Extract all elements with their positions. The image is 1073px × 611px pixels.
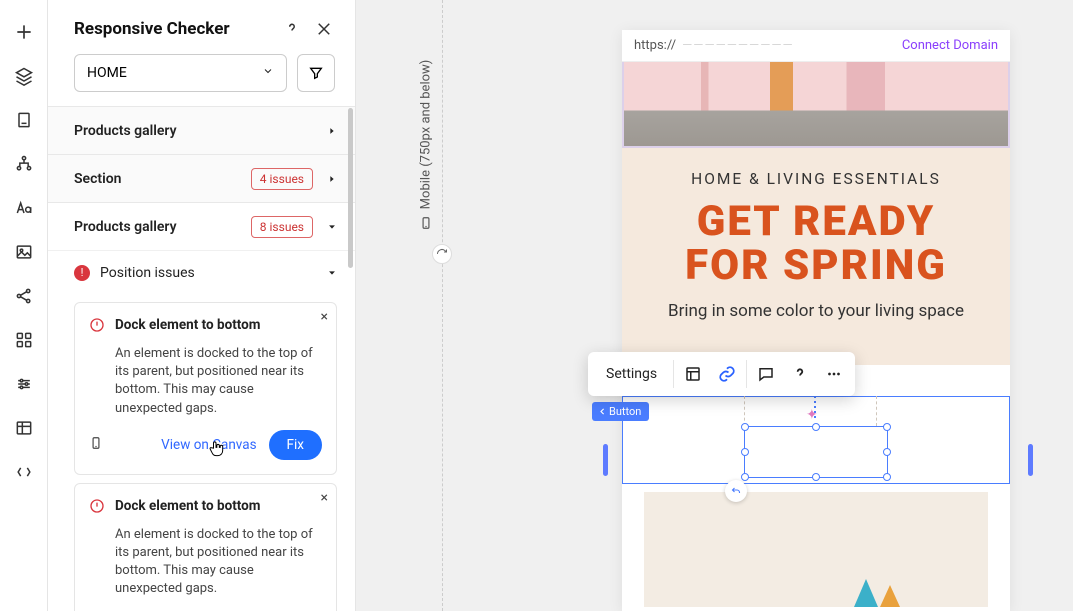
tree-illustration-icon [854,579,878,607]
issue-body: An element is docked to the top of its p… [115,345,322,418]
secondary-section [622,484,1010,611]
layout-icon[interactable] [676,357,710,391]
hero-image [622,62,1010,148]
hero-headline-line1: GET READY [638,200,994,244]
url-protocol: https:// [634,38,676,53]
dismiss-issue-icon[interactable]: × [321,309,328,325]
issue-body: An element is docked to the top of its p… [115,526,322,599]
settings-button[interactable]: Settings [592,366,671,382]
resize-handle[interactable] [883,448,891,456]
selection-type-label[interactable]: Button [592,402,649,421]
panel-title: Responsive Checker [74,19,271,39]
close-icon[interactable] [313,18,335,40]
section-section[interactable]: Section 4 issues [48,154,355,202]
issue-title: Dock element to bottom [115,317,260,333]
error-icon: ! [74,265,90,281]
section-products-gallery-2[interactable]: Products gallery 8 issues [48,202,355,250]
help-icon[interactable] [281,18,303,40]
mobile-icon [89,435,103,454]
page-select[interactable]: HOME [74,54,287,92]
issue-count-badge: 4 issues [251,168,313,190]
filter-button[interactable] [297,54,335,92]
add-element-icon[interactable]: ✦ [806,407,818,423]
page-icon[interactable] [10,106,38,134]
comment-icon[interactable] [749,357,783,391]
help-icon[interactable] [783,357,817,391]
resize-handle[interactable] [741,423,749,431]
rotate-breakpoint-button[interactable] [432,244,452,264]
breakpoint-divider [442,0,443,611]
canvas-resize-handle-right[interactable] [1028,444,1033,476]
connect-domain-link[interactable]: Connect Domain [902,38,998,53]
add-icon[interactable] [10,18,38,46]
resize-handle[interactable] [883,473,891,481]
mobile-icon [419,216,433,230]
canvas-resize-handle-left[interactable] [603,444,608,476]
left-tool-rail [0,0,48,611]
element-toolbar: Settings [588,352,855,396]
scrollbar-thumb[interactable] [348,108,353,268]
hero-headline-line2: FOR SPRING [638,244,994,288]
more-icon[interactable] [817,357,851,391]
resize-handle[interactable] [741,448,749,456]
share-icon[interactable] [10,282,38,310]
dismiss-issue-icon[interactable]: × [321,490,328,506]
typography-icon[interactable] [10,194,38,222]
responsive-checker-panel: Responsive Checker HOME Products gallery… [48,0,356,611]
tree-illustration-icon [880,585,900,607]
issue-count-badge: 8 issues [251,216,313,238]
fix-button[interactable]: Fix [269,430,322,460]
layers-icon[interactable] [10,62,38,90]
settings-icon[interactable] [10,370,38,398]
page-select-value: HOME [87,65,127,81]
image-icon[interactable] [10,238,38,266]
sitemap-icon[interactable] [10,150,38,178]
warning-icon [89,317,105,337]
hero-subtext: Bring in some color to your living space [638,301,994,321]
chevron-right-icon [327,121,337,140]
issue-group-position[interactable]: ! Position issues [48,250,355,294]
resize-handle[interactable] [812,473,820,481]
issue-title: Dock element to bottom [115,498,260,514]
breakpoint-label: Mobile (750px and below) [416,40,436,230]
code-icon[interactable] [10,458,38,486]
scrollbar[interactable] [345,106,355,611]
resize-handle[interactable] [812,423,820,431]
warning-icon [89,498,105,518]
apps-icon[interactable] [10,326,38,354]
view-on-canvas-link[interactable]: View on Canvas [161,437,256,453]
issues-scroll-area: Products gallery Section 4 issues Produc… [48,106,355,611]
element-selection-box[interactable] [744,426,888,478]
resize-handle[interactable] [741,473,749,481]
chevron-right-icon [327,169,337,188]
undo-button[interactable] [725,480,747,502]
hero-section: HOME & LIVING ESSENTIALS GET READY FOR S… [622,148,1010,365]
issue-card: × Dock element to bottom An element is d… [74,302,337,475]
url-placeholder: —————————— [682,38,896,53]
chevron-down-icon [327,263,337,282]
data-icon[interactable] [10,414,38,442]
section-products-gallery-1[interactable]: Products gallery [48,106,355,154]
resize-handle[interactable] [883,423,891,431]
hero-eyebrow: HOME & LIVING ESSENTIALS [638,170,994,188]
issue-card: × Dock element to bottom An element is d… [74,483,337,611]
chevron-down-icon [262,65,274,81]
link-icon[interactable] [710,357,744,391]
chevron-down-icon [327,217,337,236]
preview-url-bar: https:// —————————— Connect Domain [622,30,1010,62]
